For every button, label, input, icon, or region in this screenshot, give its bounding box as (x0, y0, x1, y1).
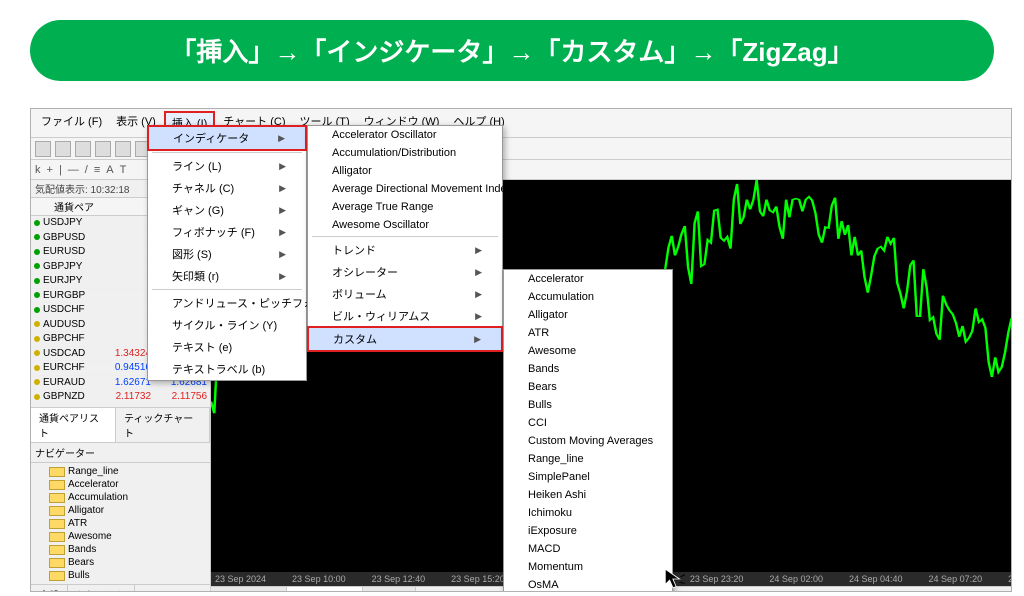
menu-file[interactable]: ファイル (F) (35, 111, 108, 135)
menu-custom-iexposure[interactable]: iExposure (504, 522, 672, 540)
menu-gann[interactable]: ギャン (G)▶ (148, 199, 306, 221)
tab-common[interactable]: 全般 (31, 585, 68, 592)
navigator-item[interactable]: Range_line (35, 465, 206, 478)
menu-trend[interactable]: トレンド▶ (308, 239, 502, 261)
menu-custom-cci[interactable]: CCI (504, 414, 672, 432)
menu-andrews-pitchfork[interactable]: アンドリュース・ピッチフォーク (A) (148, 292, 306, 314)
tab-usdjpy[interactable]: USDJPY,M5 (211, 587, 287, 592)
navigator-tree: Range_lineAcceleratorAccumulationAlligat… (31, 463, 210, 584)
menu-accelerator-osc[interactable]: Accelerator Oscillator (308, 126, 502, 144)
menu-awesome-osc[interactable]: Awesome Oscillator (308, 216, 502, 234)
navigator-header: ナビゲーター (31, 443, 210, 463)
menu-text-label[interactable]: テキストラベル (b) (148, 358, 306, 380)
crosshair-icon[interactable]: + (47, 164, 53, 176)
menu-channel[interactable]: チャネル (C)▶ (148, 177, 306, 199)
menu-custom-awesome[interactable]: Awesome (504, 342, 672, 360)
tab-spm15[interactable]: SPM15 (363, 587, 417, 592)
menu-custom-osma[interactable]: OsMA (504, 576, 672, 592)
menu-custom-range-line[interactable]: Range_line (504, 450, 672, 468)
menu-custom-ichimoku[interactable]: Ichimoku (504, 504, 672, 522)
menu-indicators-submenu: Accelerator Oscillator Accumulation/Dist… (307, 125, 503, 352)
menu-indicators[interactable]: インディケータ▶ (147, 125, 307, 151)
navigator-item[interactable]: Bears (35, 556, 206, 569)
toolbar-icon[interactable] (35, 141, 51, 157)
menu-insert-dropdown: インディケータ▶ ライン (L)▶ チャネル (C)▶ ギャン (G)▶ フィボ… (147, 125, 307, 381)
menu-custom-accumulation[interactable]: Accumulation (504, 288, 672, 306)
menu-volume[interactable]: ボリューム▶ (308, 283, 502, 305)
menu-alligator[interactable]: Alligator (308, 162, 502, 180)
menu-custom-bands[interactable]: Bands (504, 360, 672, 378)
toolbar-icon[interactable] (55, 141, 71, 157)
fib-icon[interactable]: А (106, 164, 113, 176)
market-watch-row[interactable]: GBPNZD2.117322.11756 (31, 390, 210, 405)
navigator-panel: ナビゲーター Range_lineAcceleratorAccumulation… (31, 442, 210, 592)
menu-custom[interactable]: カスタム▶ (307, 326, 503, 352)
menu-custom-submenu: AcceleratorAccumulationAlligatorATRAweso… (503, 269, 673, 592)
menu-custom-alligator[interactable]: Alligator (504, 306, 672, 324)
navigator-tabs: 全般 お気に入り (31, 584, 210, 592)
navigator-item[interactable]: Bands (35, 543, 206, 556)
tab-favorites[interactable]: お気に入り (68, 585, 135, 592)
chevron-right-icon: ▶ (278, 133, 285, 144)
navigator-item[interactable]: Accumulation (35, 491, 206, 504)
toolbar-icon[interactable] (115, 141, 131, 157)
mt4-window: ファイル (F) 表示 (V) 挿入 (I) チャート (C) ツール (T) … (30, 108, 1012, 592)
toolbar-icon[interactable] (75, 141, 91, 157)
menu-bill-williams[interactable]: ビル・ウィリアムス▶ (308, 305, 502, 327)
channel-icon[interactable]: ≡ (94, 164, 100, 176)
navigator-item[interactable]: Alligator (35, 504, 206, 517)
menu-custom-accelerator[interactable]: Accelerator (504, 270, 672, 288)
menu-custom-momentum[interactable]: Momentum (504, 558, 672, 576)
menu-cycle-line[interactable]: サイクル・ライン (Y) (148, 314, 306, 336)
navigator-item[interactable]: ATR (35, 517, 206, 530)
menu-adx[interactable]: Average Directional Movement Index (308, 180, 502, 198)
cursor-icon[interactable]: k (35, 164, 41, 176)
menu-accumulation[interactable]: Accumulation/Distribution (308, 144, 502, 162)
instruction-banner: 「挿入」→「インジケータ」→「カスタム」→「ZigZag」 (30, 20, 994, 81)
tab-eurjpy[interactable]: EURJPY,M5 (287, 587, 363, 592)
menu-oscillator[interactable]: オシレーター▶ (308, 261, 502, 283)
navigator-item[interactable]: Accelerator (35, 478, 206, 491)
menu-text[interactable]: テキスト (e) (148, 336, 306, 358)
text-icon[interactable]: T (120, 164, 127, 176)
hline-icon[interactable]: — (68, 164, 79, 176)
menu-fibonacci[interactable]: フィボナッチ (F)▶ (148, 221, 306, 243)
tab-pairlist[interactable]: 通貨ペアリスト (31, 408, 116, 442)
toolbar-icon[interactable] (95, 141, 111, 157)
market-watch-tabs: 通貨ペアリスト ティックチャート (31, 407, 210, 442)
tab-tickchart[interactable]: ティックチャート (116, 408, 210, 442)
menu-shapes[interactable]: 図形 (S)▶ (148, 243, 306, 265)
trendline-icon[interactable]: / (85, 164, 88, 176)
vline-icon[interactable]: | (59, 164, 62, 176)
menu-line[interactable]: ライン (L)▶ (148, 155, 306, 177)
menu-custom-bulls[interactable]: Bulls (504, 396, 672, 414)
menu-custom-macd[interactable]: MACD (504, 540, 672, 558)
menu-custom-simplepanel[interactable]: SimplePanel (504, 468, 672, 486)
menu-arrows[interactable]: 矢印類 (r)▶ (148, 265, 306, 287)
menu-custom-atr[interactable]: ATR (504, 324, 672, 342)
menu-custom-bears[interactable]: Bears (504, 378, 672, 396)
navigator-item[interactable]: Awesome (35, 530, 206, 543)
cursor-icon (663, 567, 685, 594)
menu-custom-heiken-ashi[interactable]: Heiken Ashi (504, 486, 672, 504)
menu-atr[interactable]: Average True Range (308, 198, 502, 216)
menu-custom-custom-moving-averages[interactable]: Custom Moving Averages (504, 432, 672, 450)
